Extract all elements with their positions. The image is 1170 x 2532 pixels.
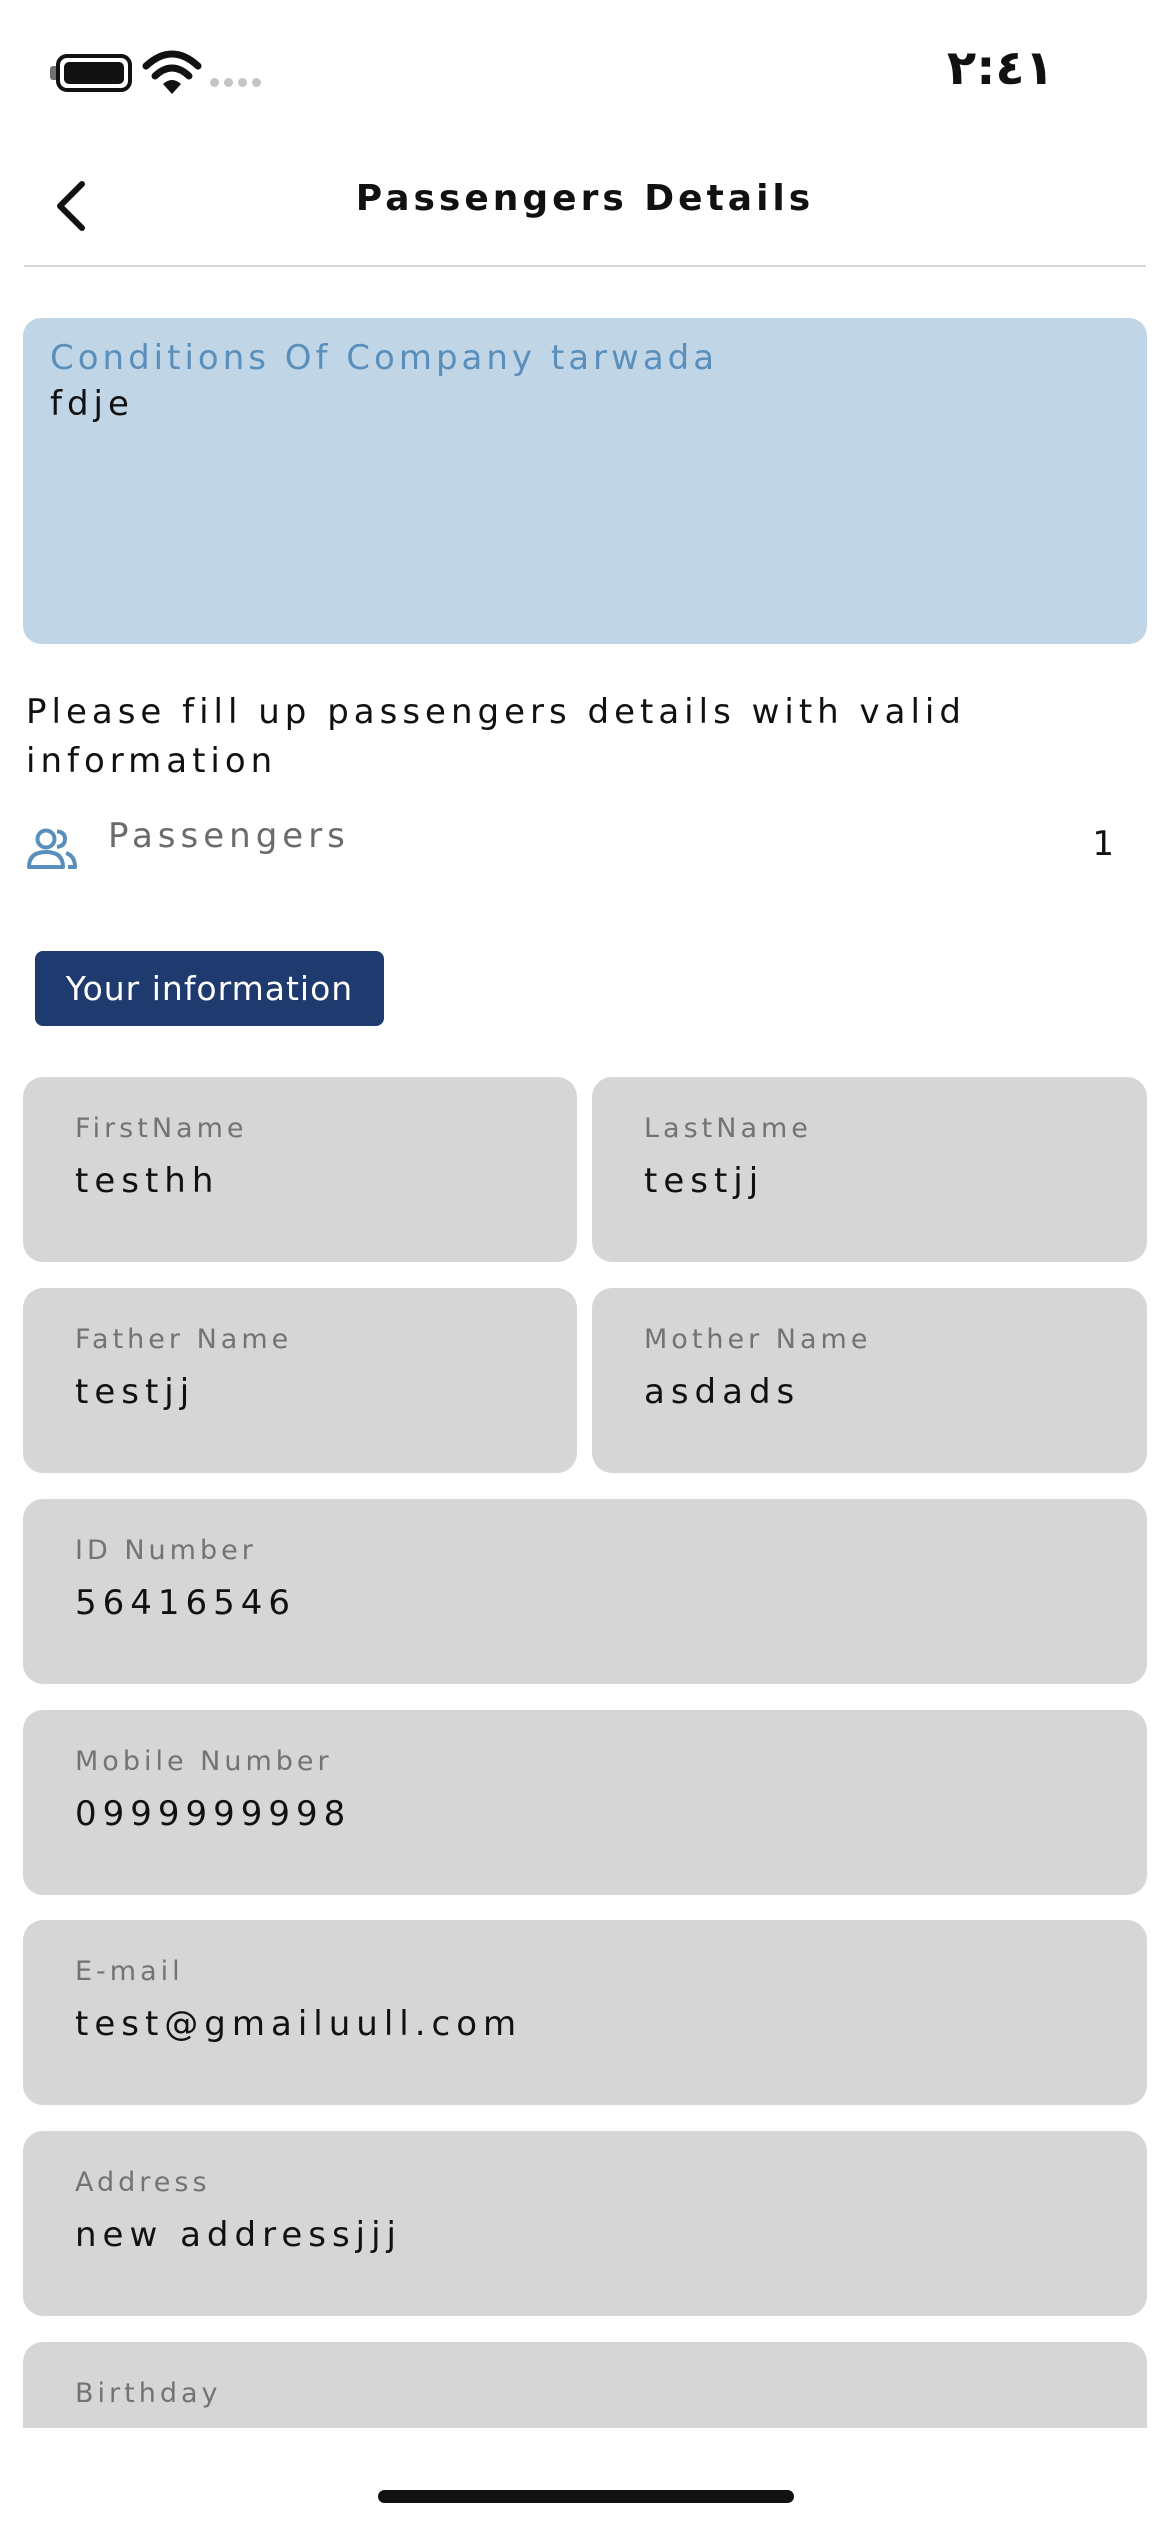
first-name-field[interactable]: FirstName testhh [23,1077,577,1262]
id-number-field[interactable]: ID Number 56416546 [23,1499,1147,1684]
mother-name-value[interactable]: asdads [644,1372,800,1412]
passengers-label: Passengers [108,816,350,856]
mother-name-label: Mother Name [644,1324,872,1355]
father-name-label: Father Name [75,1324,293,1355]
passengers-row: Passengers 1 [26,810,1146,874]
your-information-tab[interactable]: Your information [35,951,384,1026]
conditions-title: Conditions Of Company tarwada [50,338,719,378]
signal-icon [210,78,261,87]
address-value[interactable]: new addressjjj [75,2215,402,2255]
nav-bar: Passengers Details [0,140,1170,266]
mobile-number-field[interactable]: Mobile Number 0999999998 [23,1710,1147,1895]
page-title: Passengers Details [355,178,815,219]
address-field[interactable]: Address new addressjjj [23,2131,1147,2316]
battery-icon [56,54,132,92]
father-name-field[interactable]: Father Name testjj [23,1288,577,1473]
last-name-label: LastName [644,1113,812,1144]
passengers-details-screen: ٢:٤١ Passengers Details Conditions Of Co… [0,0,1170,2532]
mother-name-field[interactable]: Mother Name asdads [592,1288,1147,1473]
father-name-value[interactable]: testjj [75,1372,195,1412]
passengers-count: 1 [1092,824,1114,864]
conditions-box: Conditions Of Company tarwada fdje [23,318,1147,644]
conditions-body: fdje [50,384,134,424]
instructions-text: Please fill up passengers details with v… [26,692,966,781]
mobile-number-label: Mobile Number [75,1746,333,1777]
mobile-number-value[interactable]: 0999999998 [75,1794,351,1834]
email-value[interactable]: test@gmailuull.com [75,2004,522,2044]
status-time: ٢:٤١ [946,40,1054,96]
last-name-value[interactable]: testjj [644,1161,764,1201]
email-label: E-mail [75,1956,184,1987]
wifi-icon [142,50,202,94]
first-name-value[interactable]: testhh [75,1161,219,1201]
id-number-value[interactable]: 56416546 [75,1583,296,1623]
first-name-label: FirstName [75,1113,248,1144]
nav-divider [24,265,1146,267]
address-label: Address [75,2167,211,2198]
people-icon [27,828,77,869]
last-name-field[interactable]: LastName testjj [592,1077,1147,1262]
home-indicator[interactable] [378,2490,794,2503]
status-bar: ٢:٤١ [0,0,1170,140]
home-indicator-area [0,2428,1170,2532]
birthday-label: Birthday [75,2378,222,2409]
email-field[interactable]: E-mail test@gmailuull.com [23,1920,1147,2105]
id-number-label: ID Number [75,1535,257,1566]
